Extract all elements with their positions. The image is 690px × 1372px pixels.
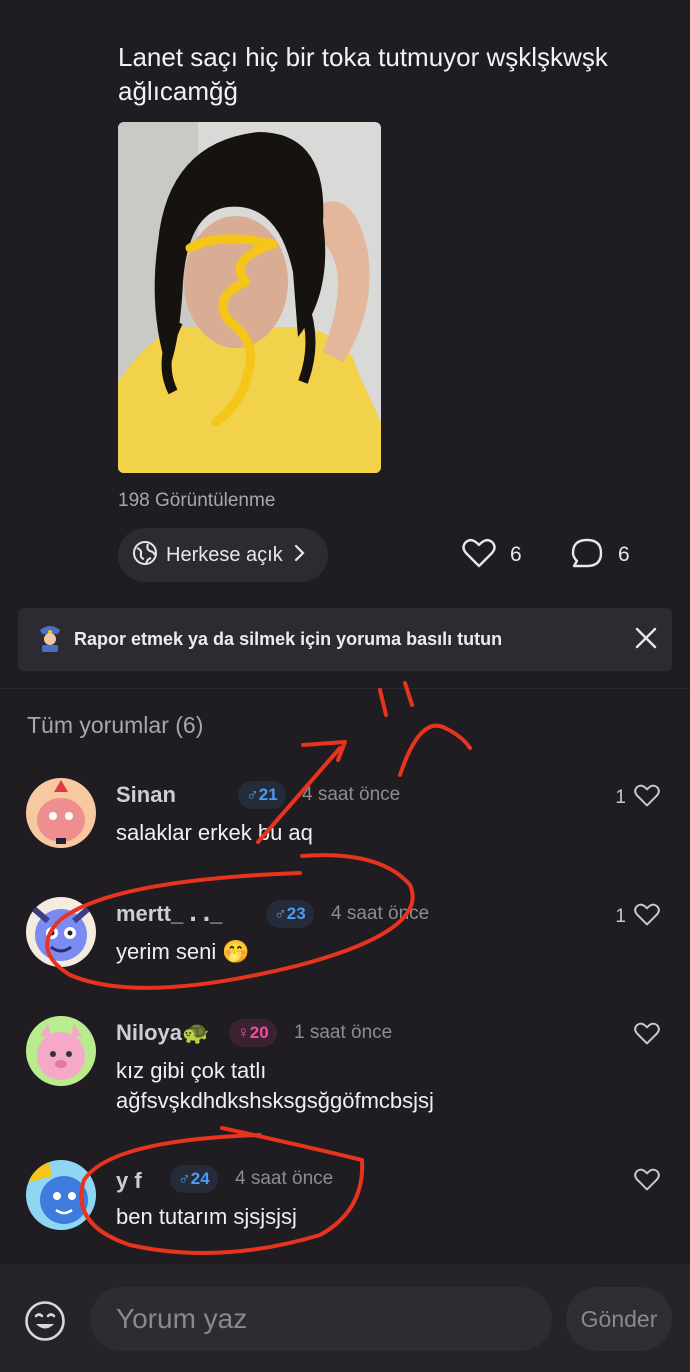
privacy-button[interactable]: Herkese açık <box>118 528 328 582</box>
commenter-name[interactable]: y f <box>116 1168 142 1194</box>
heart-icon <box>462 538 496 573</box>
commenter-name[interactable]: Sinan <box>116 782 176 808</box>
comment-bubble-icon <box>570 537 604 574</box>
avatar[interactable] <box>26 1016 96 1086</box>
avatar[interactable] <box>26 1160 96 1230</box>
like-stat[interactable]: 6 <box>462 537 522 573</box>
comment-composer: Gönder <box>0 1264 690 1372</box>
comment-time: 4 saat önce <box>302 784 401 805</box>
privacy-label: Herkese açık <box>166 543 283 566</box>
comments-section-title: Tüm yorumlar (6) <box>27 712 204 738</box>
close-icon[interactable] <box>634 626 658 655</box>
chevron-right-icon <box>293 544 305 567</box>
heart-icon <box>634 1168 660 1196</box>
emoji-icon[interactable] <box>24 1300 66 1347</box>
comment-text: yerim seni 🤭 <box>116 939 250 964</box>
comment-like-button[interactable] <box>634 1168 660 1196</box>
avatar[interactable] <box>26 778 96 848</box>
comment-like-count: 1 <box>615 787 626 808</box>
heart-icon <box>634 784 660 812</box>
comment-text: kız gibi çok tatlı ağfsvşkdhdkshsksgsğgö… <box>116 1058 434 1113</box>
comment-text: salaklar erkek bu aq <box>116 820 313 845</box>
avatar[interactable] <box>26 897 96 967</box>
banner-text: Rapor etmek ya da silmek için yoruma bas… <box>74 629 503 649</box>
post-photo[interactable] <box>118 122 381 473</box>
comment-count: 6 <box>618 543 630 566</box>
post-title: Lanet saçı hiç bir toka tutmuyor wşklşkw… <box>118 42 608 106</box>
heart-icon <box>634 1022 660 1050</box>
comment-like-count: 1 <box>615 906 626 927</box>
comment-like-button[interactable]: 1 <box>615 784 660 812</box>
view-count: 198 Görüntülenme <box>118 490 276 511</box>
comment-stat[interactable]: 6 <box>570 537 630 573</box>
comment-time: 4 saat önce <box>235 1168 334 1189</box>
comment-text: ben tutarım sjsjsjsj <box>116 1204 297 1229</box>
comment-time: 1 saat önce <box>294 1022 393 1043</box>
comment-input[interactable] <box>90 1287 552 1351</box>
report-hint-banner: Rapor etmek ya da silmek için yoruma bas… <box>18 608 672 671</box>
comment-like-button[interactable] <box>634 1022 660 1050</box>
gender-age-badge: ♂23 <box>266 900 314 928</box>
comment-like-button[interactable]: 1 <box>615 903 660 931</box>
like-count: 6 <box>510 543 522 566</box>
send-button[interactable]: Gönder <box>566 1287 672 1351</box>
gender-age-badge: ♂24 <box>170 1165 218 1193</box>
globe-icon <box>132 540 158 571</box>
gender-age-badge: ♀20 <box>229 1019 277 1047</box>
divider <box>0 688 690 689</box>
gender-age-badge: ♂21 <box>238 781 286 809</box>
commenter-name[interactable]: mertt_ ․ ․_ <box>116 901 222 927</box>
comment-time: 4 saat önce <box>331 903 430 924</box>
heart-icon <box>634 903 660 931</box>
commenter-name[interactable]: Niloya🐢 <box>116 1020 209 1046</box>
police-icon <box>36 622 64 657</box>
